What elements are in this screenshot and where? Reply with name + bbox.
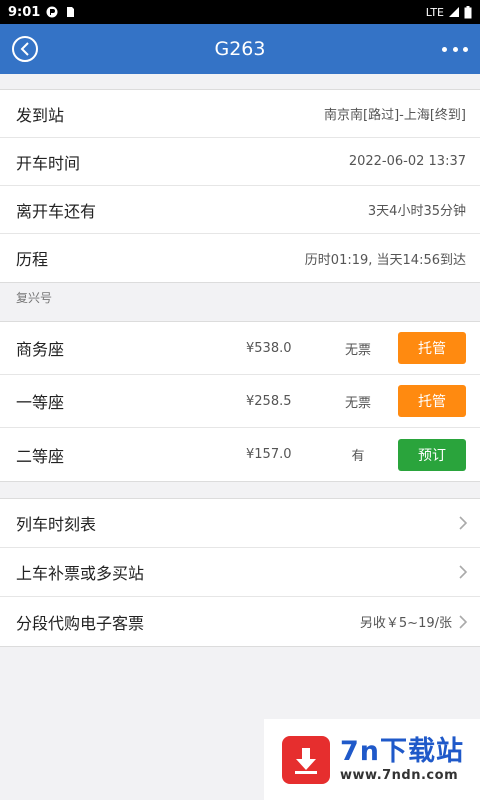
- trip-label: 开车时间: [16, 153, 81, 173]
- trip-label: 历程: [16, 250, 49, 269]
- seat-price: ¥258.5: [246, 393, 292, 409]
- link-label: 上车补票或多买站: [16, 564, 145, 583]
- link-timetable[interactable]: 列车时刻表: [0, 499, 480, 548]
- seat-row-first-class: 一等座 ¥258.5 无票 托管: [0, 375, 480, 428]
- links-section: 列车时刻表 上车补票或多买站 分段代购电子客票 另收￥5~19/张: [0, 498, 480, 647]
- status-bar: 9:01 LTE: [0, 0, 480, 24]
- back-button[interactable]: [12, 36, 38, 62]
- segment-fee-note: 另收￥5~19/张: [359, 616, 452, 631]
- chevron-right-icon: [459, 516, 468, 530]
- seat-row-business: 商务座 ¥538.0 无票 托管: [0, 322, 480, 375]
- trip-value: 南京南[路过]-上海[终到]: [324, 108, 466, 123]
- trip-info-section: 发到站 南京南[路过]-上海[终到] 开车时间 2022-06-02 13:37…: [0, 89, 480, 283]
- app-header: G263: [0, 24, 480, 74]
- chevron-left-icon: [20, 42, 29, 56]
- network-type: LTE: [425, 5, 444, 19]
- app-notification-icon: [46, 6, 58, 18]
- dot-icon: [452, 46, 458, 52]
- book-button[interactable]: 预订: [398, 438, 466, 471]
- seat-action-button[interactable]: 托管: [398, 332, 466, 364]
- seat-label: 二等座: [16, 446, 65, 466]
- link-label: 分段代购电子客票: [16, 613, 145, 633]
- watermark-brand: 7n下载站: [340, 736, 465, 767]
- dot-icon: [463, 46, 468, 52]
- trip-row-stations: 发到站 南京南[路过]-上海[终到]: [0, 90, 480, 138]
- page-title: G263: [214, 38, 266, 60]
- seat-availability: 有: [351, 449, 365, 464]
- chevron-right-icon: [459, 565, 468, 579]
- watermark-url: www.7ndn.com: [340, 768, 459, 783]
- trip-label: 离开车还有: [16, 201, 97, 221]
- trip-label: 发到站: [16, 105, 65, 125]
- sd-card-icon: [67, 7, 75, 17]
- train-type-label: 复兴号: [16, 291, 53, 305]
- trip-value: 3天4小时35分钟: [367, 204, 466, 219]
- trip-row-departure-time: 开车时间 2022-06-02 13:37: [0, 138, 480, 186]
- seat-label: 一等座: [16, 393, 65, 412]
- more-options-button[interactable]: [442, 40, 468, 58]
- trip-row-duration: 历程 历时01:19, 当天14:56到达: [0, 234, 480, 282]
- seat-price: ¥157.0: [246, 447, 292, 462]
- trip-value: 2022-06-02 13:37: [348, 154, 466, 169]
- seat-section: 商务座 ¥538.0 无票 托管 一等座 ¥258.5 无票 托管 二等座 ¥1…: [0, 321, 480, 482]
- link-onboard-ticket[interactable]: 上车补票或多买站: [0, 548, 480, 597]
- link-segment-ticket[interactable]: 分段代购电子客票 另收￥5~19/张: [0, 597, 480, 646]
- seat-action-button[interactable]: 托管: [398, 385, 466, 417]
- seat-availability: 无票: [344, 395, 371, 411]
- seat-row-second-class: 二等座 ¥157.0 有 预订: [0, 428, 480, 481]
- status-time: 9:01: [8, 4, 41, 20]
- download-logo-icon: [282, 735, 330, 784]
- seat-availability: 无票: [344, 342, 371, 358]
- seat-label: 商务座: [16, 340, 65, 359]
- seat-price: ¥538.0: [246, 340, 292, 356]
- signal-icon: [449, 7, 459, 17]
- trip-row-countdown: 离开车还有 3天4小时35分钟: [0, 186, 480, 234]
- trip-value: 历时01:19, 当天14:56到达: [304, 252, 466, 268]
- link-label: 列车时刻表: [16, 515, 97, 534]
- watermark-banner: 7n下载站 www.7ndn.com: [264, 719, 480, 800]
- dot-icon: [442, 46, 447, 52]
- chevron-right-icon: [459, 614, 468, 629]
- battery-icon: [464, 5, 472, 18]
